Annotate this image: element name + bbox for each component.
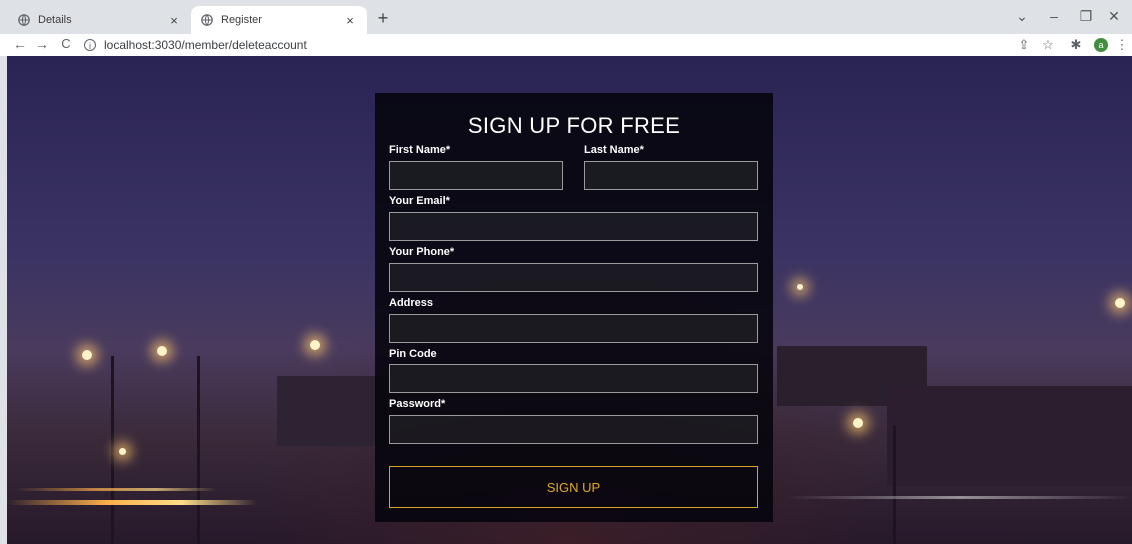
minimize-button[interactable]: –: [1044, 8, 1064, 24]
address-field[interactable]: [389, 314, 758, 343]
address-text: localhost:3030/member/deleteaccount: [104, 38, 307, 52]
phone-field[interactable]: [389, 263, 758, 292]
street-light: [1115, 298, 1125, 308]
address-bar[interactable]: i localhost:3030/member/deleteaccount: [84, 35, 1004, 55]
share-icon[interactable]: ⇪: [1016, 37, 1032, 53]
signup-form: SIGN UP FOR FREE First Name* Last Name* …: [375, 93, 773, 522]
browser-toolbar: ← → C i localhost:3030/member/deleteacco…: [0, 34, 1132, 56]
email-label: Your Email*: [389, 195, 450, 207]
restore-button[interactable]: ❐: [1076, 8, 1096, 25]
new-tab-button[interactable]: +: [373, 8, 393, 29]
close-icon[interactable]: ×: [343, 13, 357, 28]
bookmark-star-icon[interactable]: ☆: [1040, 37, 1056, 53]
traffic-light-trail: [7, 500, 257, 505]
street-light: [82, 350, 92, 360]
pin-code-label: Pin Code: [389, 348, 437, 360]
phone-label: Your Phone*: [389, 246, 455, 258]
street-light: [119, 448, 126, 455]
password-label: Password*: [389, 398, 446, 410]
first-name-label: First Name*: [389, 144, 451, 156]
close-icon[interactable]: ×: [167, 13, 181, 28]
lamp-pole: [197, 356, 200, 544]
address-label: Address: [389, 297, 434, 309]
tab-label: Register: [221, 14, 262, 26]
building: [277, 376, 387, 446]
profile-avatar[interactable]: a: [1094, 38, 1108, 52]
street-light: [310, 340, 320, 350]
street-light: [853, 418, 863, 428]
email-field[interactable]: [389, 212, 758, 241]
info-icon[interactable]: i: [84, 39, 96, 51]
street-light: [797, 284, 803, 290]
pin-code-field[interactable]: [389, 364, 758, 393]
traffic-light-trail: [787, 496, 1132, 499]
password-field[interactable]: [389, 415, 758, 444]
close-window-button[interactable]: ✕: [1104, 8, 1124, 25]
last-name-label: Last Name*: [584, 144, 644, 156]
menu-icon[interactable]: ⋮: [1114, 37, 1130, 53]
sign-up-button[interactable]: SIGN UP: [389, 466, 758, 508]
first-name-field[interactable]: [389, 161, 563, 190]
tab-details[interactable]: Details ×: [8, 6, 191, 34]
forward-button[interactable]: →: [33, 36, 51, 52]
traffic-light-trail: [17, 488, 217, 491]
globe-icon: [18, 14, 30, 26]
form-title: SIGN UP FOR FREE: [467, 113, 681, 138]
back-button[interactable]: ←: [11, 36, 29, 52]
street-light: [157, 346, 167, 356]
last-name-field[interactable]: [584, 161, 758, 190]
building: [887, 386, 1132, 486]
tab-search-icon[interactable]: ⌄: [1012, 8, 1032, 25]
tab-strip: Details × Register × + ⌄ – ❐ ✕: [0, 0, 1132, 34]
tab-label: Details: [38, 14, 72, 26]
reload-button[interactable]: C: [57, 36, 75, 51]
tab-register[interactable]: Register ×: [191, 6, 367, 34]
lamp-pole: [893, 426, 896, 544]
extensions-icon[interactable]: ✱: [1068, 37, 1084, 53]
globe-icon: [201, 14, 213, 26]
lamp-pole: [111, 356, 114, 544]
